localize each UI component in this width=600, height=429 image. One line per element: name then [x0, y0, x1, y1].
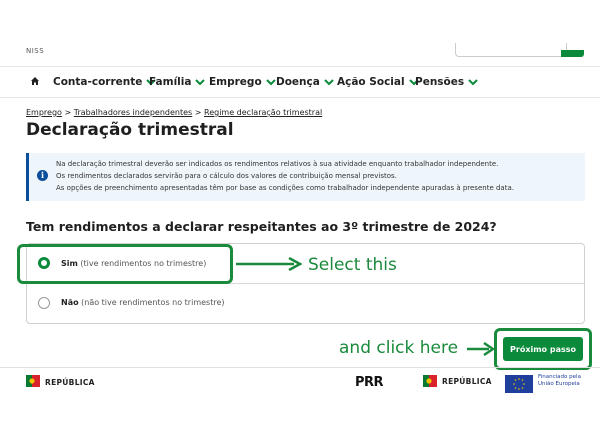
breadcrumb-separator: >	[64, 108, 72, 117]
prr-logo: PRR	[355, 375, 384, 390]
eu-text-line: União Europeia	[538, 381, 580, 387]
top-header: NISS	[0, 0, 600, 64]
chevron-down-icon	[195, 79, 206, 86]
option-hint: (não tive rendimentos no trimestre)	[81, 298, 225, 307]
home-icon[interactable]	[30, 76, 40, 86]
nav-item-label: Ação Social	[337, 76, 405, 88]
annotation-select-text: Select this	[308, 255, 397, 275]
nav-item-label: Conta-corrente	[53, 76, 143, 88]
highlight-box-option	[17, 244, 233, 284]
nav-item-label: Doença	[276, 76, 320, 88]
next-step-button[interactable]: Próximo passo	[503, 337, 583, 361]
info-banner: i Na declaração trimestral deverão ser i…	[26, 153, 585, 201]
arrow-right-icon	[467, 342, 495, 356]
nav-item-emprego[interactable]: Emprego	[209, 76, 276, 88]
search-button[interactable]	[561, 50, 584, 57]
chevron-down-icon	[324, 79, 334, 86]
info-line: Na declaração trimestral deverão ser ind…	[56, 160, 499, 168]
portugal-flag-icon	[26, 375, 40, 387]
niss-label: NISS	[26, 47, 45, 55]
option-nao[interactable]: Não (não tive rendimentos no trimestre)	[61, 298, 225, 307]
option-label: Não	[61, 298, 79, 307]
eu-flag-icon	[505, 375, 533, 393]
nav-item-label: Emprego	[209, 76, 262, 88]
nav-item-conta-corrente[interactable]: Conta-corrente	[53, 76, 157, 88]
breadcrumb-link-trabalhadores[interactable]: Trabalhadores independentes	[74, 108, 192, 117]
chevron-down-icon	[468, 79, 478, 86]
footer: REPÚBLICA PRR REPÚBLICA Financiado pela …	[0, 367, 600, 429]
main-nav: Conta-corrente Família Emprego Doença Aç…	[0, 66, 600, 98]
nav-item-label: Pensões	[415, 76, 465, 88]
radio-nao[interactable]	[38, 297, 50, 309]
eu-text-line: Financiado pela	[538, 374, 581, 380]
republica-logo-text: REPÚBLICA	[442, 377, 492, 386]
chevron-down-icon	[265, 79, 276, 86]
info-line: Os rendimentos declarados servirão para …	[56, 172, 397, 180]
eu-funding-text: Financiado pela União Europeia	[538, 374, 581, 388]
annotation-click-text: and click here	[339, 338, 459, 358]
breadcrumb-link-emprego[interactable]: Emprego	[26, 108, 62, 117]
breadcrumb-separator: >	[194, 108, 202, 117]
info-icon: i	[37, 170, 48, 181]
nav-item-acao-social[interactable]: Ação Social	[337, 76, 419, 88]
portugal-flag-icon	[423, 375, 437, 387]
nav-item-label: Família	[149, 76, 192, 88]
republica-logo-text: REPÚBLICA	[45, 378, 95, 387]
nav-item-pensoes[interactable]: Pensões	[415, 76, 478, 88]
nav-item-familia[interactable]: Família	[149, 76, 206, 88]
page-title: Declaração trimestral	[26, 120, 234, 140]
search-input[interactable]	[455, 43, 567, 57]
breadcrumb: Emprego > Trabalhadores independentes > …	[26, 108, 322, 117]
info-line: As opções de preenchimento apresentadas …	[56, 184, 514, 192]
breadcrumb-link-regime[interactable]: Regime declaração trimestral	[204, 108, 322, 117]
question-heading: Tem rendimentos a declarar respeitantes …	[26, 219, 497, 234]
arrow-right-icon	[236, 257, 302, 271]
nav-item-doenca[interactable]: Doença	[276, 76, 334, 88]
